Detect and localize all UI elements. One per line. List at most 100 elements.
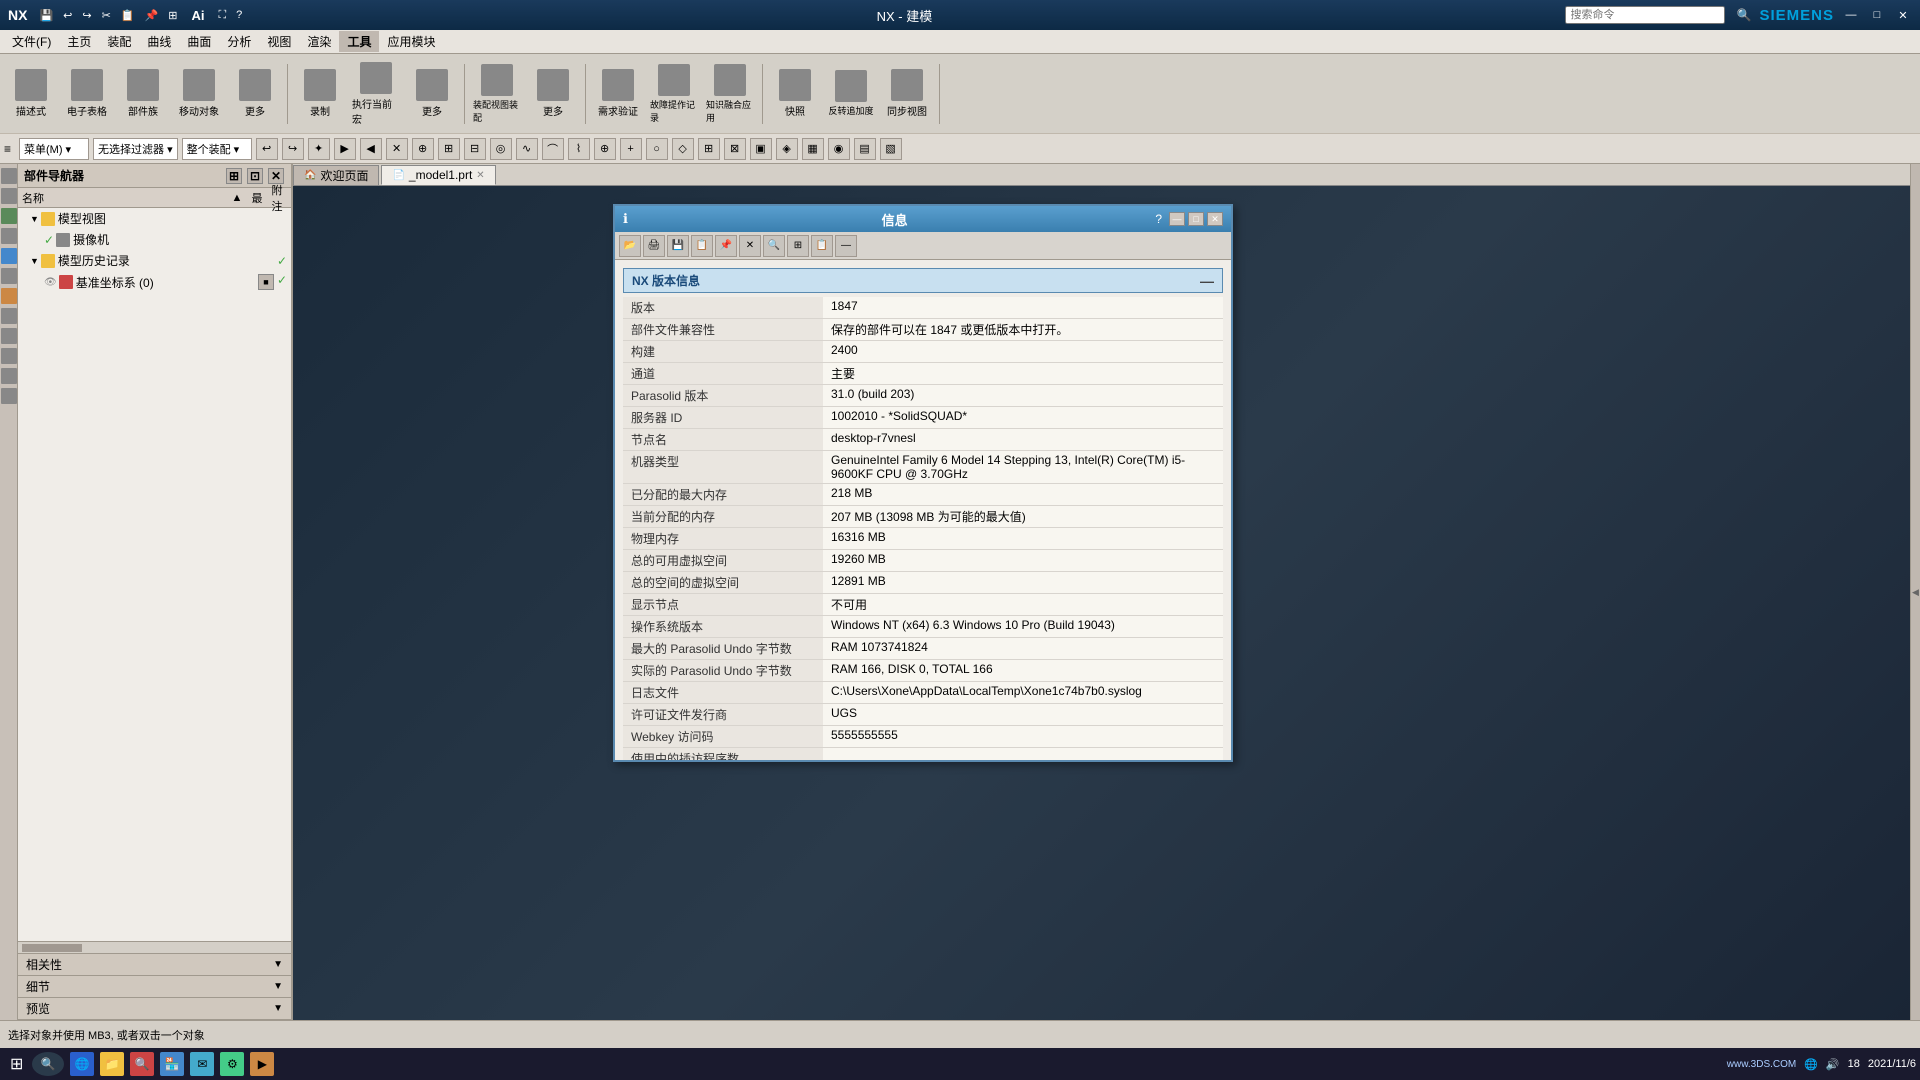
- menu-view[interactable]: 视图: [259, 31, 299, 52]
- sec-icon-20[interactable]: ▣: [750, 138, 772, 160]
- sec-icon-14[interactable]: ⊕: [594, 138, 616, 160]
- taskbar-explorer[interactable]: 📁: [100, 1052, 124, 1076]
- sec-icon-4[interactable]: ▶: [334, 138, 356, 160]
- toolbar-btn-back[interactable]: 反转追加度: [824, 59, 878, 129]
- left-icon-7[interactable]: [1, 288, 17, 304]
- info-content[interactable]: NX 版本信息 — 版本 1847 部件文件兼容性 保存的部件可以在 1847 …: [615, 260, 1231, 760]
- left-icon-2[interactable]: [1, 188, 17, 204]
- sec-icon-21[interactable]: ◈: [776, 138, 798, 160]
- sec-icon-13[interactable]: ⌇: [568, 138, 590, 160]
- menu-toggle[interactable]: ≡: [4, 142, 11, 156]
- fullscreen-btn[interactable]: ⛶: [218, 9, 226, 22]
- help-btn[interactable]: ?: [236, 9, 242, 21]
- taskbar-store[interactable]: 🏪: [160, 1052, 184, 1076]
- toolbar-btn-move[interactable]: 移动对象: [172, 59, 226, 129]
- info-tb-print[interactable]: 🖨: [643, 235, 665, 257]
- tab-model[interactable]: 📄 _model1.prt ✕: [381, 165, 495, 185]
- info-tb-delete[interactable]: ✕: [739, 235, 761, 257]
- menu-assembly[interactable]: 装配: [99, 31, 139, 52]
- left-icon-3[interactable]: [1, 208, 17, 224]
- sec-icon-25[interactable]: ▧: [880, 138, 902, 160]
- info-help-btn[interactable]: ?: [1155, 212, 1162, 226]
- sec-icon-7[interactable]: ⊕: [412, 138, 434, 160]
- sec-icon-2[interactable]: ↪: [282, 138, 304, 160]
- search-icon[interactable]: 🔍: [1737, 8, 1752, 22]
- sec-icon-17[interactable]: ◇: [672, 138, 694, 160]
- info-tb-find[interactable]: 🔍: [763, 235, 785, 257]
- sec-icon-8[interactable]: ⊞: [438, 138, 460, 160]
- tree-item-model-history[interactable]: ▼ 模型历史记录 ✓: [18, 250, 291, 271]
- panel-icon1[interactable]: ⊞: [226, 168, 242, 184]
- toolbar-btn-parts[interactable]: 部件族: [116, 59, 170, 129]
- minimize-btn[interactable]: —: [1842, 6, 1860, 24]
- menu-surface[interactable]: 曲面: [179, 31, 219, 52]
- menu-render[interactable]: 渲染: [299, 31, 339, 52]
- h-scroll-thumb[interactable]: [22, 944, 82, 952]
- sub-panel-related[interactable]: 相关性 ▼: [18, 954, 291, 976]
- toolbar-btn-fault[interactable]: 故障提作记录: [647, 59, 701, 129]
- sec-icon-24[interactable]: ▤: [854, 138, 876, 160]
- info-tb-save[interactable]: 💾: [667, 235, 689, 257]
- menu-tools[interactable]: 工具: [339, 31, 379, 52]
- menu-dropdown[interactable]: 菜单(M) ▾: [19, 138, 89, 160]
- sec-icon-9[interactable]: ⊟: [464, 138, 486, 160]
- info-tb-minus[interactable]: —: [835, 235, 857, 257]
- toolbar-btn-record[interactable]: 录制: [293, 59, 347, 129]
- menu-home[interactable]: 主页: [59, 31, 99, 52]
- sec-icon-11[interactable]: ∿: [516, 138, 538, 160]
- left-icon-12[interactable]: [1, 388, 17, 404]
- toolbar-btn-snapshot[interactable]: 快照: [768, 59, 822, 129]
- taskbar-edge[interactable]: 🌐: [70, 1052, 94, 1076]
- info-tb-paste[interactable]: 📌: [715, 235, 737, 257]
- restore-btn[interactable]: □: [1868, 6, 1886, 24]
- left-icon-4[interactable]: [1, 228, 17, 244]
- tree-item-model-views[interactable]: ▼ 模型视图: [18, 208, 291, 229]
- info-tb-open[interactable]: 📂: [619, 235, 641, 257]
- coord-icon1[interactable]: ■: [258, 274, 274, 290]
- quick-access-paste[interactable]: 📌: [145, 9, 159, 22]
- taskbar-search2[interactable]: 🔍: [130, 1052, 154, 1076]
- quick-access-redo[interactable]: ↪: [82, 9, 91, 22]
- start-btn[interactable]: ⊞: [4, 1050, 29, 1078]
- menu-curve[interactable]: 曲线: [139, 31, 179, 52]
- toolbar-btn-assembly[interactable]: 装配视图装配: [470, 59, 524, 129]
- sec-icon-1[interactable]: ↩: [256, 138, 278, 160]
- sec-icon-19[interactable]: ⊠: [724, 138, 746, 160]
- toolbar-btn-more1[interactable]: 更多: [228, 59, 282, 129]
- quick-access-save[interactable]: 💾: [39, 9, 53, 22]
- close-btn[interactable]: ✕: [1894, 6, 1912, 24]
- sec-icon-10[interactable]: ◎: [490, 138, 512, 160]
- tree-item-coord[interactable]: 👁 基准坐标系 (0) ■ ✓: [18, 271, 291, 293]
- h-scrollbar[interactable]: [18, 941, 291, 953]
- left-icon-8[interactable]: [1, 308, 17, 324]
- sec-icon-22[interactable]: ▦: [802, 138, 824, 160]
- info-minimize-btn[interactable]: —: [1169, 212, 1185, 226]
- info-tb-format[interactable]: 📋: [811, 235, 833, 257]
- quick-access-more[interactable]: ⊞: [168, 9, 177, 22]
- left-icon-11[interactable]: [1, 368, 17, 384]
- left-icon-5[interactable]: [1, 248, 17, 264]
- sec-icon-3[interactable]: ✦: [308, 138, 330, 160]
- sec-icon-16[interactable]: ○: [646, 138, 668, 160]
- info-restore-btn[interactable]: □: [1188, 212, 1204, 226]
- filter-dropdown[interactable]: 无选择过滤器 ▾: [93, 138, 178, 160]
- sec-icon-12[interactable]: ⌒: [542, 138, 564, 160]
- tab-welcome[interactable]: 🏠 欢迎页面: [293, 165, 379, 185]
- toolbar-btn-more2[interactable]: 更多: [405, 59, 459, 129]
- toolbar-btn-play[interactable]: 执行当前宏: [349, 59, 403, 129]
- toolbar-btn-req[interactable]: 需求验证: [591, 59, 645, 129]
- info-tb-copy[interactable]: 📋: [691, 235, 713, 257]
- sec-icon-18[interactable]: ⊞: [698, 138, 720, 160]
- toolbar-btn-describe[interactable]: 描述式: [4, 59, 58, 129]
- taskbar-app2[interactable]: ▶: [250, 1052, 274, 1076]
- left-icon-1[interactable]: [1, 168, 17, 184]
- section-nx-collapse[interactable]: —: [1200, 273, 1214, 289]
- menu-appmodule[interactable]: 应用模块: [379, 31, 443, 52]
- quick-access-undo[interactable]: ↩: [63, 9, 72, 22]
- tree-item-camera[interactable]: ✓ 摄像机: [18, 229, 291, 250]
- sec-icon-23[interactable]: ◉: [828, 138, 850, 160]
- sub-panel-preview[interactable]: 预览 ▼: [18, 998, 291, 1020]
- quick-access-cut[interactable]: ✂: [102, 9, 111, 22]
- sub-panel-detail[interactable]: 细节 ▼: [18, 976, 291, 998]
- sec-icon-5[interactable]: ◀: [360, 138, 382, 160]
